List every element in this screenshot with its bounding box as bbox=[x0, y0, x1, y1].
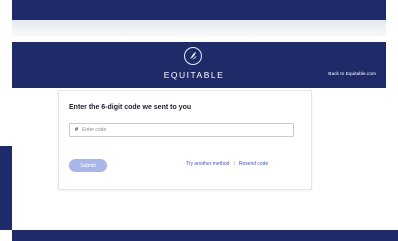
equitable-logo-icon bbox=[184, 47, 202, 65]
background-left-panel bbox=[0, 146, 12, 230]
hash-icon: # bbox=[75, 127, 79, 133]
code-input[interactable] bbox=[82, 127, 283, 133]
background-shadow bbox=[12, 20, 386, 36]
link-separator: | bbox=[233, 161, 235, 167]
submit-button[interactable]: Submit bbox=[69, 159, 107, 172]
footer-bar bbox=[12, 230, 398, 241]
alternate-actions: Try another method | Resend code bbox=[186, 161, 268, 167]
background-header-strip bbox=[12, 0, 386, 20]
verification-card: Enter the 6-digit code we sent to you # … bbox=[58, 90, 312, 190]
brand-name: EQUITABLE bbox=[163, 70, 225, 80]
code-field[interactable]: # bbox=[69, 123, 294, 137]
verification-title: Enter the 6-digit code we sent to you bbox=[69, 104, 192, 111]
site-header: EQUITABLE Back to Equitable.com bbox=[12, 42, 386, 88]
try-another-method-link[interactable]: Try another method bbox=[186, 161, 229, 167]
resend-code-link[interactable]: Resend code bbox=[239, 161, 268, 167]
back-to-equitable-link[interactable]: Back to Equitable.com bbox=[328, 72, 376, 77]
